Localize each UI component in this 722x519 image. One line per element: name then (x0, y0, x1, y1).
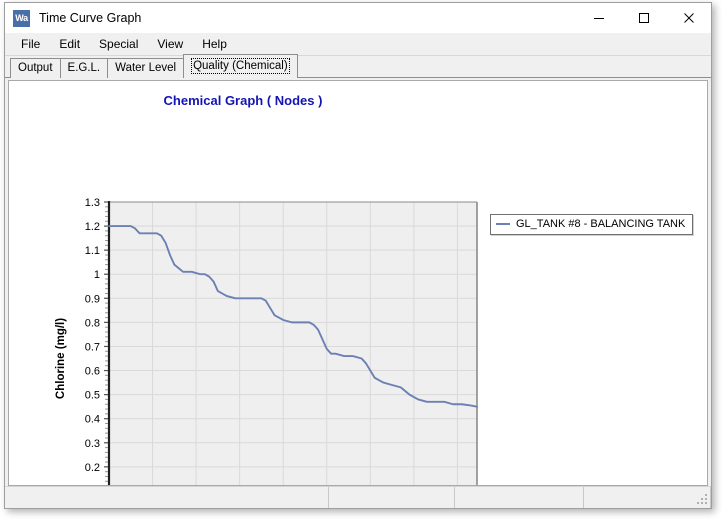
legend-line-swatch (496, 223, 510, 225)
y-axis-title: Chlorine (mg/l) (55, 318, 67, 399)
status-cell-1 (5, 487, 329, 508)
minimize-button[interactable] (576, 3, 621, 33)
menu-item-view[interactable]: View (149, 35, 192, 53)
tab-quality-chemical[interactable]: Quality (Chemical) (183, 54, 298, 78)
menu-item-special[interactable]: Special (91, 35, 147, 53)
tab-water-level[interactable]: Water Level (107, 58, 185, 78)
tab-water-level-label: Water Level (115, 62, 177, 74)
minimize-icon (593, 18, 604, 19)
maximize-icon (638, 13, 649, 23)
title-bar: Wa Time Curve Graph (5, 3, 711, 33)
y-axis-tick-label: 1.3 (85, 197, 100, 209)
tab-quality-chemical-label: Quality (Chemical) (191, 58, 290, 74)
status-cell-2 (329, 487, 456, 508)
tab-strip: Output E.G.L. Water Level Quality (Chemi… (5, 54, 711, 78)
window-title: Time Curve Graph (39, 11, 142, 25)
tab-egl[interactable]: E.G.L. (59, 58, 109, 78)
close-button[interactable] (666, 3, 711, 33)
time-curve-graph-window: Wa Time Curve Graph File Edit Special Vi… (4, 2, 712, 509)
chemical-graph-plot: 00.10.20.30.40.50.60.70.80.911.11.21.302… (55, 197, 478, 485)
tab-egl-label: E.G.L. (67, 62, 101, 74)
tab-output[interactable]: Output (10, 58, 61, 78)
menu-item-edit[interactable]: Edit (51, 35, 89, 53)
y-axis-tick-label: 0.4 (85, 414, 100, 426)
menu-item-help[interactable]: Help (194, 35, 236, 53)
y-axis-tick-label: 0.2 (85, 462, 100, 474)
close-icon (683, 13, 694, 23)
maximize-button[interactable] (621, 3, 666, 33)
status-cell-3 (455, 487, 584, 508)
resize-grip[interactable] (697, 494, 708, 505)
y-axis-tick-label: 0.7 (85, 341, 100, 353)
app-icon-wa: Wa (13, 9, 30, 27)
y-axis-tick-label: 1.1 (85, 245, 100, 257)
legend-series-label: GL_TANK #8 - BALANCING TANK (516, 218, 686, 230)
y-axis-tick-label: 1.2 (85, 221, 100, 233)
status-bar (5, 486, 711, 508)
tab-output-label: Output (18, 62, 53, 74)
y-axis-tick-label: 1 (94, 269, 100, 281)
status-cell-4 (584, 487, 711, 508)
menu-bar: File Edit Special View Help (5, 33, 711, 56)
y-axis-tick-label: 0.5 (85, 390, 100, 402)
y-axis-tick-label: 0.8 (85, 317, 100, 329)
window-controls (576, 3, 711, 33)
y-axis-tick-label: 0.3 (85, 438, 100, 450)
y-axis-tick-label: 0.6 (85, 366, 100, 378)
y-axis-tick-label: 0.9 (85, 293, 100, 305)
plot-background (109, 202, 477, 485)
menu-item-file[interactable]: File (13, 35, 49, 53)
chart-legend[interactable]: GL_TANK #8 - BALANCING TANK (490, 214, 694, 235)
chart-client-area: Chemical Graph ( Nodes ) 00.10.20.30.40.… (8, 80, 708, 486)
